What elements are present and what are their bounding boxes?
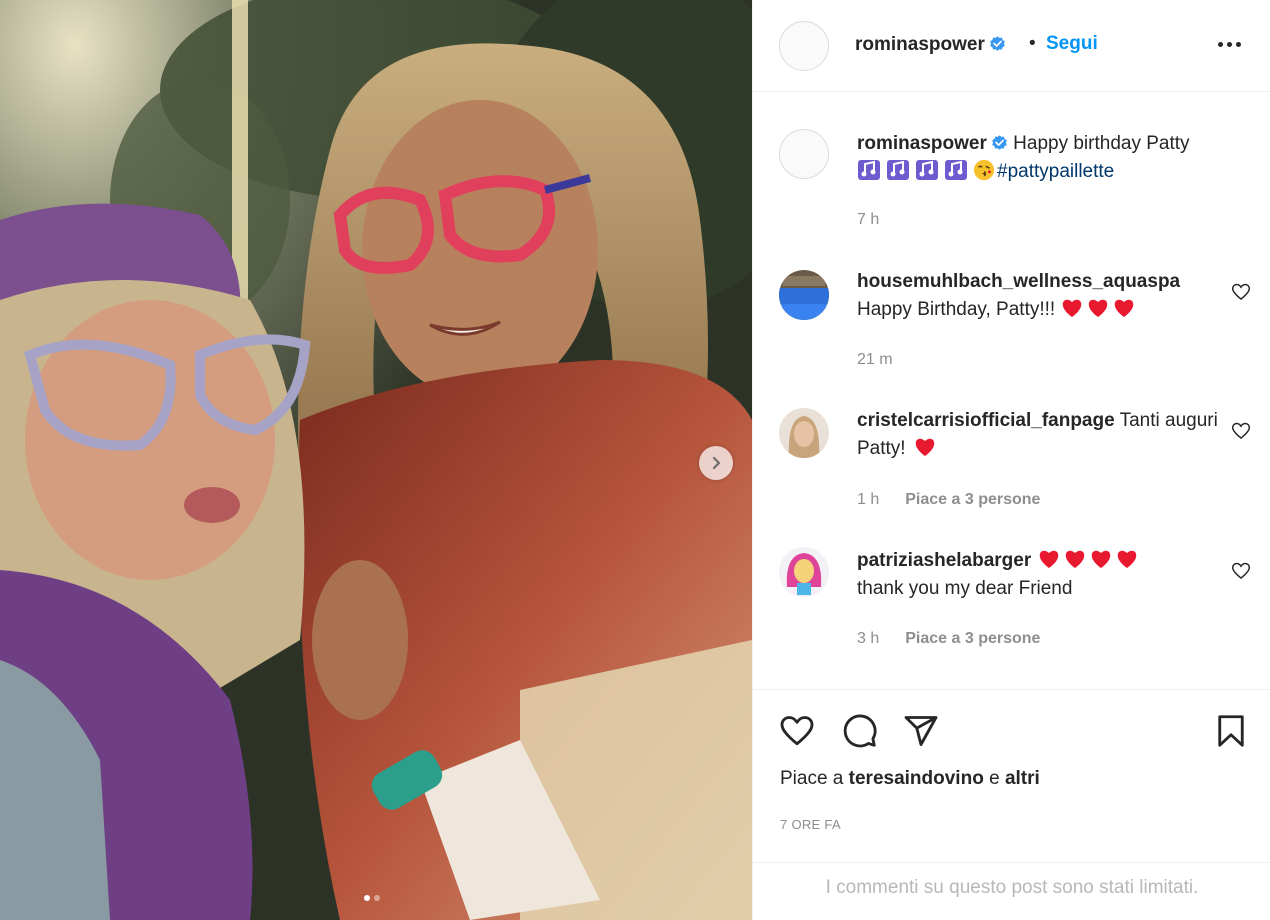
- red-heart-icon: [1065, 550, 1084, 568]
- share-send-icon[interactable]: [903, 713, 939, 749]
- red-heart-icon: [1089, 299, 1108, 317]
- post-photo[interactable]: [0, 0, 752, 920]
- red-heart-icon: [1115, 299, 1134, 317]
- like-comment-heart-icon[interactable]: [1231, 561, 1251, 581]
- more-dots-icon: [1217, 41, 1223, 47]
- caption-time[interactable]: 7 h: [857, 211, 879, 229]
- author-avatar[interactable]: [779, 21, 829, 71]
- post-timestamp[interactable]: 7 ORE FA: [780, 817, 841, 832]
- red-heart-icon: [1091, 550, 1110, 568]
- commenter-avatar[interactable]: [779, 270, 829, 320]
- music-notes-icon: [887, 160, 909, 180]
- author-username-text[interactable]: rominaspower: [855, 34, 985, 55]
- follow-button[interactable]: Segui: [1046, 33, 1098, 55]
- music-notes-icon: [916, 160, 938, 180]
- comment-time[interactable]: 1 h: [857, 491, 879, 509]
- commenter-avatar[interactable]: [779, 408, 829, 458]
- like-comment-heart-icon[interactable]: [1231, 282, 1251, 302]
- caption-author-avatar[interactable]: [779, 129, 829, 179]
- carousel-indicator: [364, 895, 380, 901]
- selfie-image: [0, 0, 752, 920]
- comment-meta: 1 h Piace a 3 persone: [857, 491, 1040, 509]
- verified-badge-icon: [992, 135, 1007, 150]
- like-heart-icon[interactable]: [779, 713, 815, 749]
- save-bookmark-icon[interactable]: [1213, 713, 1249, 749]
- comment-username[interactable]: patriziashelabarger: [857, 550, 1031, 571]
- likes-others-link[interactable]: altri: [1005, 768, 1040, 789]
- caption-username[interactable]: rominaspower: [857, 133, 987, 154]
- caption-text-block: rominaspower Happy birthday Patty #patty…: [857, 130, 1227, 186]
- next-photo-button[interactable]: [699, 446, 733, 480]
- more-dots-icon: [1226, 41, 1232, 47]
- woman-portrait-avatar-image: [779, 408, 829, 458]
- comment-username[interactable]: housemuhlbach_wellness_aquaspa: [857, 271, 1180, 292]
- likes-user-link[interactable]: teresaindovino: [849, 768, 984, 789]
- music-notes-icon: [945, 160, 967, 180]
- spa-pool-avatar-image: [779, 270, 829, 320]
- comment-message: Happy Birthday, Patty!!!: [857, 299, 1056, 320]
- comment-username[interactable]: cristelcarrisiofficial_fanpage: [857, 410, 1115, 431]
- comment-text-block: housemuhlbach_wellness_aquaspa Happy Bir…: [857, 268, 1227, 324]
- comment-message: thank you my dear Friend: [857, 578, 1073, 599]
- caption-message: Happy birthday Patty: [1013, 133, 1190, 154]
- red-heart-icon: [1117, 550, 1136, 568]
- likes-summary: Piace a teresaindovino e altri: [780, 768, 1040, 790]
- verified-badge-icon: [990, 36, 1005, 51]
- comments-limited-notice: I commenti su questo post sono stati lim…: [753, 862, 1270, 920]
- comment-time[interactable]: 3 h: [857, 630, 879, 648]
- comment-meta: 21 m: [857, 351, 893, 369]
- likes-prefix: Piace a: [780, 768, 844, 789]
- red-heart-icon: [1063, 299, 1082, 317]
- red-heart-icon: [915, 438, 935, 456]
- comment-text-block: patriziashelabarger thank you my dear Fr…: [857, 547, 1227, 603]
- comment-time[interactable]: 21 m: [857, 351, 893, 369]
- carousel-dot: [374, 895, 380, 901]
- more-options-button[interactable]: [1215, 30, 1243, 58]
- comment-text-block: cristelcarrisiofficial_fanpage Tanti aug…: [857, 407, 1227, 463]
- kiss-face-emoji-icon: [973, 159, 995, 181]
- caption-hashtag[interactable]: #pattypaillette: [997, 161, 1114, 182]
- post-side-panel: rominaspower • Segui rominaspower Happy …: [752, 0, 1270, 920]
- music-notes-icon: [858, 160, 880, 180]
- author-username[interactable]: rominaspower: [855, 34, 1006, 56]
- commenter-avatar[interactable]: [779, 547, 829, 597]
- header-separator: •: [1029, 33, 1036, 54]
- hearts-emoji-group: [1060, 299, 1138, 320]
- post-header: rominaspower • Segui: [753, 0, 1270, 92]
- comments-list[interactable]: rominaspower Happy birthday Patty #patty…: [753, 93, 1270, 689]
- caption-meta: 7 h: [857, 211, 879, 229]
- post-actions-section: Piace a teresaindovino e altri 7 ORE FA …: [753, 689, 1270, 920]
- chevron-right-icon: [712, 456, 721, 470]
- carousel-dot-active: [364, 895, 370, 901]
- red-heart-icon: [1039, 550, 1058, 568]
- cartoon-avatar-image: [779, 547, 829, 597]
- comment-meta: 3 h Piace a 3 persone: [857, 630, 1040, 648]
- likes-conjunction: e: [989, 768, 1000, 789]
- like-comment-heart-icon[interactable]: [1231, 421, 1251, 441]
- comment-likes[interactable]: Piace a 3 persone: [905, 630, 1040, 648]
- comment-bubble-icon[interactable]: [842, 713, 878, 749]
- comment-likes[interactable]: Piace a 3 persone: [905, 491, 1040, 509]
- more-dots-icon: [1235, 41, 1241, 47]
- music-notes-emoji-group: [857, 160, 973, 182]
- hearts-emoji-group: [1037, 550, 1141, 571]
